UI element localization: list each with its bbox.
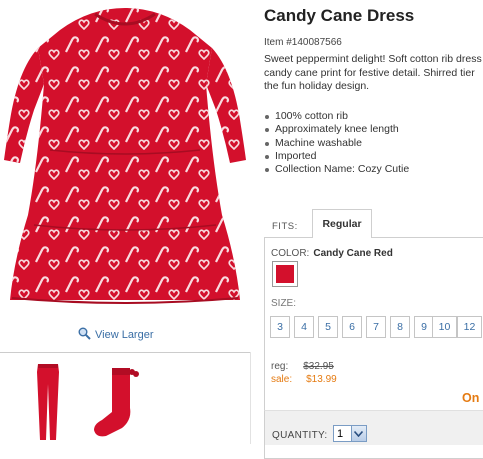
quantity-value: 1 bbox=[337, 427, 344, 440]
sale-price-value: $13.99 bbox=[306, 374, 337, 385]
size-option[interactable]: 8 bbox=[390, 316, 410, 338]
regular-price-label: reg: bbox=[271, 361, 289, 372]
socks-thumbnail[interactable] bbox=[86, 362, 152, 442]
color-label: COLOR: bbox=[271, 248, 310, 259]
leggings-thumbnail[interactable] bbox=[28, 362, 68, 442]
item-number: Item #140087566 bbox=[264, 37, 342, 48]
bullet-icon bbox=[265, 141, 269, 146]
socks-icon bbox=[94, 368, 139, 437]
feature-list: 100% cotton rib Approximately knee lengt… bbox=[264, 110, 409, 176]
bullet-icon bbox=[265, 115, 269, 119]
fits-label: FITS: bbox=[272, 221, 298, 232]
sale-price-label: sale: bbox=[271, 374, 293, 385]
description-line: the fun holiday design. bbox=[264, 80, 370, 92]
feature-item: Collection Name: Cozy Cutie bbox=[264, 163, 409, 176]
size-option[interactable]: 5 bbox=[318, 316, 338, 338]
bullet-icon bbox=[265, 168, 269, 173]
quantity-select[interactable]: 1 bbox=[333, 425, 367, 442]
feature-item: Machine washable bbox=[264, 137, 409, 150]
feature-item: Imported bbox=[264, 150, 409, 163]
feature-text: 100% cotton rib bbox=[275, 110, 348, 122]
color-row: COLOR: Candy Cane Red bbox=[271, 248, 393, 259]
regular-price-value: $32.95 bbox=[303, 361, 334, 372]
swatch-fill bbox=[276, 265, 294, 283]
color-swatch[interactable] bbox=[272, 261, 298, 287]
quantity-label: QUANTITY: bbox=[272, 430, 328, 441]
size-option[interactable]: 9 bbox=[414, 316, 434, 338]
dress-image bbox=[4, 8, 246, 304]
size-option[interactable]: 3 bbox=[270, 316, 290, 338]
column-divider bbox=[250, 352, 251, 444]
description-line: Sweet peppermint delight! Soft cotton ri… bbox=[264, 53, 482, 65]
size-option[interactable]: 6 bbox=[342, 316, 362, 338]
size-option[interactable]: 4 bbox=[294, 316, 314, 338]
tab-regular[interactable]: Regular bbox=[312, 209, 372, 238]
product-description: Sweet peppermint delight! Soft cotton ri… bbox=[264, 53, 483, 93]
bullet-icon bbox=[265, 154, 269, 159]
feature-text: Approximately knee length bbox=[275, 123, 399, 136]
size-option[interactable]: 12 bbox=[457, 316, 482, 338]
size-label: SIZE: bbox=[271, 298, 297, 309]
view-larger-label: View Larger bbox=[95, 329, 154, 341]
color-value: Candy Cane Red bbox=[313, 248, 393, 259]
chevron-down-icon[interactable] bbox=[350, 426, 366, 441]
feature-text: Collection Name: Cozy Cutie bbox=[275, 163, 410, 176]
sale-banner-text: On bbox=[462, 391, 480, 405]
thumbnail-divider bbox=[0, 352, 250, 353]
bullet-icon bbox=[265, 128, 269, 133]
size-option[interactable]: 7 bbox=[366, 316, 386, 338]
magnifier-icon bbox=[78, 327, 91, 343]
description-line: candy cane print for festive detail. Shi… bbox=[264, 66, 475, 79]
sale-price: sale: $13.99 bbox=[271, 374, 337, 385]
feature-text: Machine washable bbox=[275, 136, 362, 149]
size-option[interactable]: 10 bbox=[432, 316, 457, 338]
product-main-image[interactable] bbox=[0, 0, 250, 318]
feature-text: Imported bbox=[275, 149, 317, 162]
view-larger-link[interactable]: View Larger bbox=[78, 326, 154, 344]
regular-price: reg: $32.95 bbox=[271, 361, 334, 372]
feature-item: Approximately knee length bbox=[264, 123, 409, 136]
product-title: Candy Cane Dress bbox=[264, 6, 415, 25]
feature-item: 100% cotton rib bbox=[264, 110, 409, 123]
leggings-icon bbox=[37, 364, 59, 440]
